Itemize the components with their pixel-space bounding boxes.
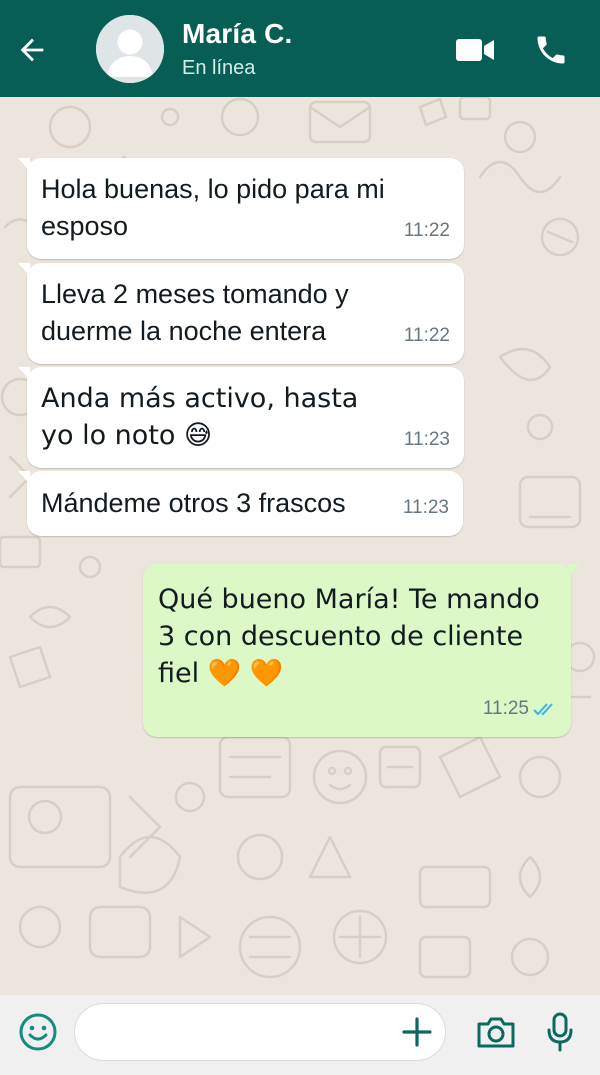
mic-icon — [547, 1012, 573, 1052]
message-text: Mándeme otros 3 frascos — [41, 488, 346, 518]
contact-status: En línea — [182, 57, 256, 79]
phone-call-icon — [537, 36, 565, 64]
message-incoming[interactable]: Hola buenas, lo pido para mi esposo 11:2… — [18, 158, 464, 259]
bubble-tail — [18, 158, 30, 172]
mic-button[interactable] — [540, 1009, 580, 1055]
message-text: Lleva 2 meses tomando y duerme la noche … — [41, 279, 349, 346]
phone-call-button[interactable] — [528, 27, 574, 73]
default-avatar-icon — [96, 15, 164, 83]
message-incoming[interactable]: Mándeme otros 3 frascos 11:23 — [18, 471, 463, 536]
message-incoming[interactable]: Anda más activo, hasta yo lo noto 😅 11:2… — [18, 367, 464, 468]
contact-avatar[interactable] — [96, 15, 164, 83]
message-text: Anda más activo, hasta yo lo noto 😅 — [41, 383, 359, 451]
plus-icon — [402, 1017, 432, 1047]
message-time: 11:23 — [402, 497, 449, 518]
message-composer — [0, 995, 600, 1075]
bubble-tail — [18, 263, 30, 277]
message-input[interactable] — [74, 1003, 446, 1061]
arrow-back-icon — [20, 38, 44, 62]
camera-button[interactable] — [474, 1011, 518, 1053]
bubble-tail — [18, 367, 30, 381]
emoji-icon — [19, 1013, 57, 1051]
camera-icon — [477, 1017, 515, 1048]
attach-button[interactable] — [397, 1012, 437, 1052]
message-time: 11:23 — [403, 429, 450, 450]
read-ticks-icon — [533, 702, 553, 715]
chat-header: María C. En línea — [0, 0, 600, 97]
message-incoming[interactable]: Lleva 2 meses tomando y duerme la noche … — [18, 263, 464, 364]
video-call-button[interactable] — [452, 27, 498, 73]
message-time: 11:22 — [403, 220, 450, 241]
message-outgoing[interactable]: Qué bueno María! Te mando 3 con descuent… — [143, 564, 580, 737]
message-text: Hola buenas, lo pido para mi esposo — [41, 174, 385, 241]
bubble-tail — [18, 471, 30, 485]
back-button[interactable] — [10, 28, 54, 72]
bubble-tail — [568, 564, 580, 578]
emoji-button[interactable] — [17, 1011, 59, 1053]
message-time: 11:22 — [403, 325, 450, 346]
video-call-icon — [456, 39, 494, 61]
message-meta: 11:25 — [483, 690, 559, 727]
chat-area[interactable]: Hola buenas, lo pido para mi esposo 11:2… — [0, 97, 600, 995]
message-text: Qué bueno María! Te mando 3 con descuent… — [158, 584, 540, 689]
contact-name[interactable]: María C. — [182, 18, 293, 50]
message-time: 11:25 — [482, 698, 529, 719]
